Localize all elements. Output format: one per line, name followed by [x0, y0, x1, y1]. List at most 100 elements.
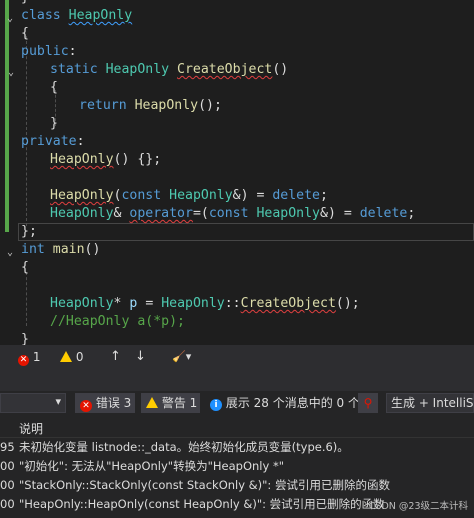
column-header: 说明 [0, 417, 474, 438]
code-token: ; [320, 188, 328, 203]
previous-issue-arrow-icon[interactable]: ↑ [110, 350, 121, 364]
description-column-header[interactable]: 说明 [19, 420, 43, 437]
code-token: HeapOnly [50, 188, 114, 203]
error-code: 95 [0, 440, 15, 454]
messages-filter-button[interactable]: i 展示 28 个消息中的 0 个 [205, 393, 360, 413]
code-line[interactable]: } [21, 0, 29, 7]
code-token: CreateObject [240, 296, 336, 311]
code-token: int [21, 242, 53, 257]
code-line[interactable]: private: [21, 133, 85, 151]
error-list-toolbar: ▾ ✕ 错误 3 警告 1 i 展示 28 个消息中的 0 个 ⚲ 生成 + I… [0, 391, 474, 417]
code-line[interactable]: int main() [21, 241, 100, 259]
error-row[interactable]: 00 "StackOnly::StackOnly(const StackOnly … [0, 476, 474, 495]
code-token: operator [129, 206, 193, 221]
code-token: HeapOnly [68, 8, 133, 23]
code-token: HeapOnly [105, 62, 178, 77]
error-icon: ✕ [18, 355, 29, 366]
error-description: "StackOnly::StackOnly(const StackOnly &)… [19, 478, 390, 492]
error-count-indicator[interactable]: ✕ 1 [18, 350, 40, 366]
code-token: private [21, 134, 77, 149]
code-token: CreateObject [177, 62, 273, 77]
code-token: HeapOnly [161, 296, 225, 311]
code-editor[interactable]: ⌄ ⌄ ⌄ }class HeapOnly{public:static Heap… [0, 0, 474, 345]
filter-toggle-icon[interactable]: ⚲ [358, 393, 378, 413]
code-line[interactable]: } [21, 331, 29, 345]
indent-guide [26, 36, 27, 226]
panel-title-strip [0, 369, 474, 391]
error-code: 00 [0, 478, 15, 492]
code-token: } [50, 116, 58, 131]
code-token: //HeapOnly a(*p); [50, 314, 185, 329]
code-token: } [21, 0, 29, 5]
error-description: 未初始化变量 listnode::_data。始终初始化成员变量(type.6)… [19, 440, 349, 454]
code-token: class [21, 8, 69, 23]
code-token: ; [407, 206, 416, 221]
code-line[interactable]: //HeapOnly a(*p); [50, 313, 185, 331]
error-icon: ✕ [80, 400, 92, 412]
code-line[interactable]: HeapOnly* p = HeapOnly::CreateObject(); [50, 295, 360, 313]
code-token: HeapOnly [50, 296, 114, 311]
code-line[interactable]: class HeapOnly [21, 7, 132, 25]
code-token: HeapOnly [50, 206, 114, 221]
code-line[interactable]: public: [21, 43, 77, 61]
code-token: () {}; [113, 152, 162, 167]
code-token: delete [272, 188, 320, 203]
code-token: main [52, 242, 85, 257]
code-line[interactable]: { [50, 79, 58, 97]
error-code: 00 [0, 497, 15, 511]
code-token: (); [198, 98, 222, 113]
fold-chevron-icon[interactable]: ⌄ [7, 248, 17, 258]
error-list-panel: ▾ ✕ 错误 3 警告 1 i 展示 28 个消息中的 0 个 ⚲ 生成 + I… [0, 369, 474, 518]
code-token: &) = [320, 206, 360, 221]
code-line[interactable]: { [21, 25, 29, 43]
code-token: =( [192, 206, 209, 221]
fold-chevron-icon[interactable]: ⌄ [8, 68, 18, 78]
code-token: const [121, 188, 170, 203]
code-line[interactable]: }; [21, 223, 37, 241]
code-token: } [21, 332, 29, 345]
code-token: : [76, 134, 85, 149]
change-bar [5, 0, 9, 232]
code-token: delete [359, 206, 408, 221]
code-token: = [137, 296, 162, 311]
error-description: "HeapOnly::HeapOnly(const HeapOnly &)": … [19, 497, 385, 511]
code-line[interactable]: HeapOnly() {}; [50, 151, 161, 169]
warning-count-indicator[interactable]: 0 [60, 350, 83, 364]
error-row[interactable]: 95 未初始化变量 listnode::_data。始终初始化成员变量(type.… [0, 438, 474, 457]
code-token: HeapOnly [50, 152, 114, 167]
code-token: { [21, 26, 29, 41]
warnings-filter-button[interactable]: 警告 1 [141, 393, 200, 413]
info-icon: i [210, 399, 222, 411]
code-token: & [113, 206, 130, 221]
error-row[interactable]: 00 "初始化": 无法从"HeapOnly"转换为"HeapOnly *" [0, 457, 474, 476]
code-token: (); [335, 296, 360, 311]
code-token: }; [21, 224, 37, 239]
code-token: const [208, 206, 257, 221]
code-token: { [50, 80, 58, 95]
watermark: CSDN @23级二本计科 [368, 501, 468, 512]
code-line[interactable]: static HeapOnly CreateObject() [50, 61, 288, 79]
code-token: public [21, 44, 69, 59]
error-description: "初始化": 无法从"HeapOnly"转换为"HeapOnly *" [19, 459, 284, 473]
editor-status-strip: ✕ 1 0 ↑ ↓ 🧹▾ [0, 345, 474, 369]
build-intellisense-dropdown[interactable]: 生成 + IntelliSen [386, 393, 474, 413]
code-line[interactable]: } [50, 115, 58, 133]
code-token: return [79, 98, 135, 113]
code-token: HeapOnly [134, 98, 199, 113]
scope-dropdown[interactable]: ▾ [0, 393, 66, 413]
warning-icon [146, 397, 158, 408]
code-token: * [113, 296, 130, 311]
cleanup-brush-icon[interactable]: 🧹▾ [172, 350, 191, 364]
code-line[interactable]: HeapOnly(const HeapOnly&) = delete; [50, 187, 328, 205]
errors-filter-button[interactable]: ✕ 错误 3 [75, 393, 135, 413]
code-token: static [50, 62, 106, 77]
code-line[interactable]: { [21, 259, 29, 277]
next-issue-arrow-icon[interactable]: ↓ [135, 350, 146, 364]
code-line[interactable]: return HeapOnly(); [79, 97, 222, 115]
fold-chevron-icon[interactable]: ⌄ [7, 14, 17, 24]
code-token: : [68, 44, 77, 59]
code-token: HeapOnly [256, 206, 321, 221]
code-token: { [21, 260, 29, 275]
indent-guide [26, 272, 27, 326]
code-line[interactable]: HeapOnly& operator=(const HeapOnly&) = d… [50, 205, 415, 223]
